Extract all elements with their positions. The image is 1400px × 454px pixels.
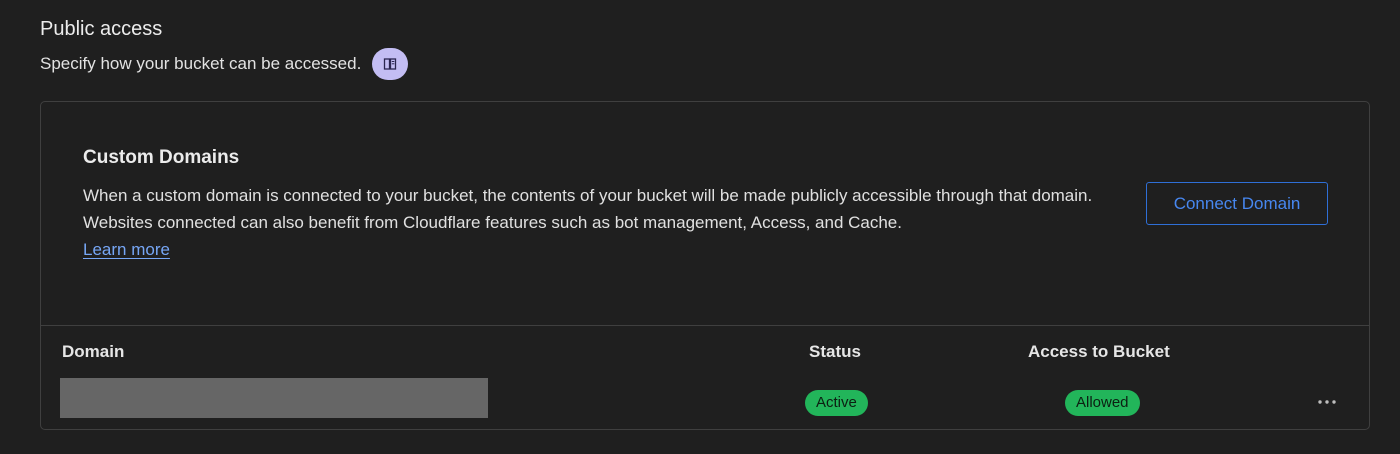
learn-more-link[interactable]: Learn more (83, 240, 170, 259)
domain-cell-redacted (60, 378, 488, 418)
status-badge: Active (805, 390, 868, 416)
section-title: Public access (40, 18, 163, 40)
column-header-access: Access to Bucket (1028, 342, 1170, 361)
column-header-status: Status (809, 342, 861, 361)
column-header-domain: Domain (62, 342, 125, 361)
more-actions-icon[interactable] (1315, 390, 1339, 414)
custom-domains-title: Custom Domains (83, 147, 240, 168)
description-text: When a custom domain is connected to you… (83, 186, 1093, 232)
table-row: Active Allowed (41, 378, 1369, 418)
access-badge: Allowed (1065, 390, 1140, 416)
book-icon[interactable] (372, 48, 409, 80)
custom-domains-description: When a custom domain is connected to you… (83, 182, 1123, 263)
custom-domains-card: Custom Domains When a custom domain is c… (40, 101, 1370, 430)
connect-domain-button[interactable]: Connect Domain (1146, 182, 1328, 225)
section-subtitle-text: Specify how your bucket can be accessed. (40, 54, 362, 73)
section-subtitle: Specify how your bucket can be accessed. (40, 48, 409, 80)
table-divider (41, 325, 1369, 326)
